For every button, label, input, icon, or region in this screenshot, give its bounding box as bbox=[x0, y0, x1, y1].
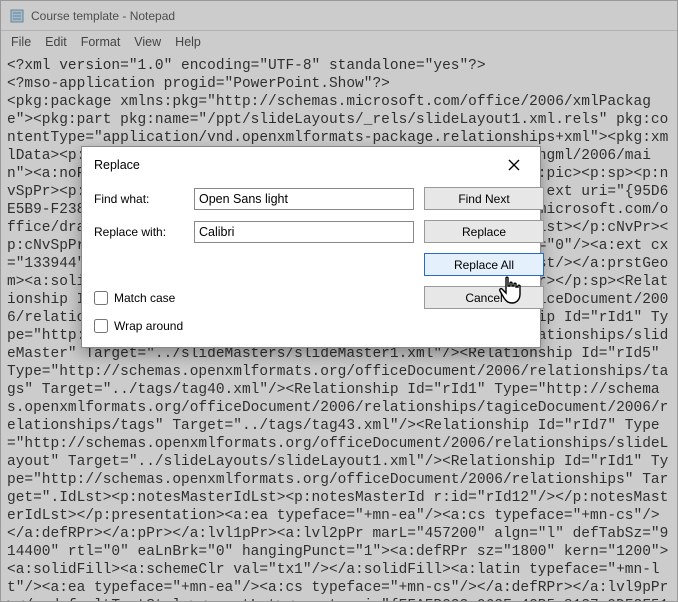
match-case-checkbox[interactable] bbox=[94, 291, 108, 305]
wrap-around-checkbox[interactable] bbox=[94, 319, 108, 333]
find-what-label: Find what: bbox=[94, 192, 184, 206]
find-next-button[interactable]: Find Next bbox=[424, 187, 544, 210]
close-icon[interactable] bbox=[500, 155, 528, 175]
wrap-around-row[interactable]: Wrap around bbox=[94, 319, 414, 333]
replace-button[interactable]: Replace bbox=[424, 220, 544, 243]
menu-file[interactable]: File bbox=[11, 35, 31, 49]
menu-edit[interactable]: Edit bbox=[45, 35, 67, 49]
notepad-icon bbox=[9, 8, 25, 24]
menu-help[interactable]: Help bbox=[175, 35, 201, 49]
menu-view[interactable]: View bbox=[134, 35, 161, 49]
replace-all-button[interactable]: Replace All bbox=[424, 253, 544, 276]
replace-with-input[interactable] bbox=[194, 221, 414, 243]
menu-format[interactable]: Format bbox=[81, 35, 121, 49]
match-case-label: Match case bbox=[114, 291, 175, 305]
wrap-around-label: Wrap around bbox=[114, 319, 183, 333]
window-title: Course template - Notepad bbox=[31, 9, 175, 23]
find-what-input[interactable] bbox=[194, 188, 414, 210]
dialog-titlebar: Replace bbox=[82, 147, 540, 181]
dialog-title: Replace bbox=[94, 158, 140, 172]
window-titlebar: Course template - Notepad bbox=[1, 1, 677, 31]
match-case-row[interactable]: Match case bbox=[94, 291, 414, 305]
menu-bar: File Edit Format View Help bbox=[1, 31, 677, 53]
replace-dialog: Replace Find what: Find Next Replace wit… bbox=[81, 146, 541, 348]
replace-with-label: Replace with: bbox=[94, 225, 184, 239]
cancel-button[interactable]: Cancel bbox=[424, 286, 544, 309]
